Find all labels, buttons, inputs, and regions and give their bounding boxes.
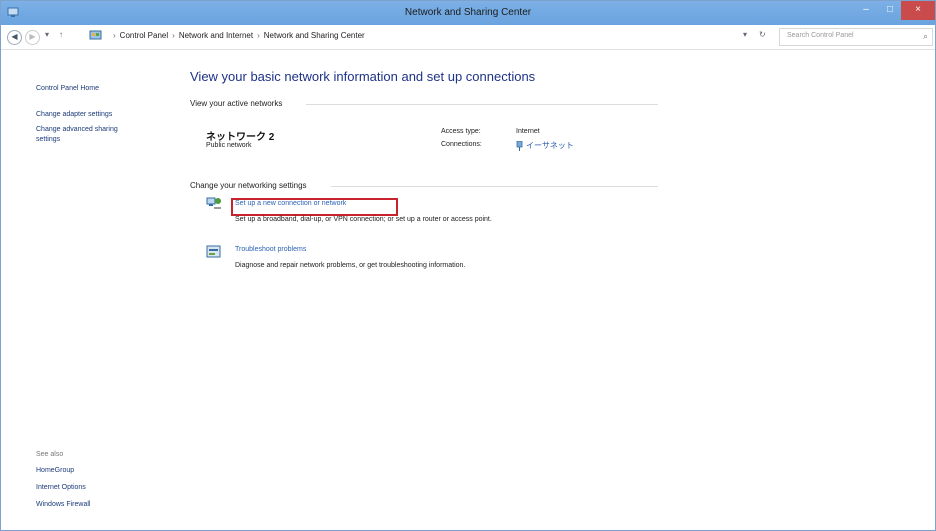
breadcrumb-separator: ›: [113, 31, 116, 40]
active-networks-label: View your active networks: [190, 99, 283, 108]
network-setup-icon: [206, 197, 221, 209]
up-button[interactable]: ↑: [59, 30, 63, 39]
address-toolbar: ◀ ▶ ▾ ↑ › Control Panel › Network and Inter…: [1, 25, 935, 50]
highlight-box: [231, 198, 398, 216]
search-icon[interactable]: ⌕: [923, 31, 928, 42]
setup-connection-description: Set up a broadband, dial-up, or VPN conn…: [235, 216, 492, 223]
control-panel-home-link[interactable]: Control Panel Home: [36, 85, 99, 92]
address-dropdown-button[interactable]: ▾: [743, 30, 747, 39]
search-placeholder: Search Control Panel: [787, 32, 854, 39]
internet-options-link[interactable]: Internet Options: [36, 484, 86, 491]
minimize-button[interactable]: –: [855, 1, 877, 20]
windows-firewall-link[interactable]: Windows Firewall: [36, 501, 90, 508]
main-content: View your basic network information and …: [171, 49, 935, 530]
address-bar[interactable]: › Control Panel › Network and Internet › Netw…: [89, 28, 729, 44]
connections-label: Connections:: [441, 141, 482, 148]
troubleshoot-icon: [206, 245, 221, 258]
change-advanced-sharing-link[interactable]: Change advanced sharing: [36, 126, 118, 133]
section-divider: [331, 186, 658, 187]
connection-link[interactable]: イーサネット: [516, 140, 574, 151]
control-panel-icon: [89, 30, 102, 40]
breadcrumb-control-panel[interactable]: Control Panel: [120, 31, 168, 40]
breadcrumb-separator: ›: [172, 31, 175, 40]
troubleshoot-problems-link[interactable]: Troubleshoot problems: [235, 246, 306, 253]
section-divider: [306, 104, 658, 105]
change-adapter-settings-link[interactable]: Change adapter settings: [36, 111, 112, 118]
page-title: View your basic network information and …: [190, 69, 536, 84]
change-advanced-sharing-link-line2[interactable]: settings: [36, 136, 60, 143]
left-sidebar: Control Panel Home Change adapter settin…: [1, 49, 171, 530]
forward-button[interactable]: ▶: [25, 30, 40, 45]
network-type[interactable]: Public network: [206, 142, 252, 149]
access-type-label: Access type:: [441, 128, 481, 135]
recent-pages-button[interactable]: ▾: [45, 30, 49, 39]
connection-name: イーサネット: [526, 141, 574, 150]
change-settings-label: Change your networking settings: [190, 181, 307, 190]
breadcrumb-network-internet[interactable]: Network and Internet: [179, 31, 253, 40]
breadcrumb-network-sharing-center[interactable]: Network and Sharing Center: [264, 31, 365, 40]
refresh-button[interactable]: ↻: [759, 30, 766, 39]
breadcrumb-separator: ›: [257, 31, 260, 40]
see-also-label: See also: [36, 451, 64, 458]
back-button[interactable]: ◀: [7, 30, 22, 45]
window-title: Network and Sharing Center: [404, 7, 532, 18]
network-name: ネットワーク 2: [206, 132, 275, 143]
breadcrumb: › Control Panel › Network and Internet › Netw…: [109, 31, 365, 40]
homegroup-link[interactable]: HomeGroup: [36, 467, 74, 474]
close-button[interactable]: ×: [901, 1, 935, 20]
network-sharing-window: Network and Sharing Center – □ × ◀ ▶ ▾ ↑…: [0, 0, 936, 531]
access-type-value: Internet: [516, 128, 540, 135]
search-box[interactable]: Search Control Panel ⌕: [779, 28, 933, 46]
troubleshoot-description: Diagnose and repair network problems, or…: [235, 262, 466, 269]
title-bar[interactable]: Network and Sharing Center – □ ×: [1, 1, 935, 25]
maximize-button[interactable]: □: [879, 1, 901, 20]
ethernet-icon: [516, 140, 523, 151]
